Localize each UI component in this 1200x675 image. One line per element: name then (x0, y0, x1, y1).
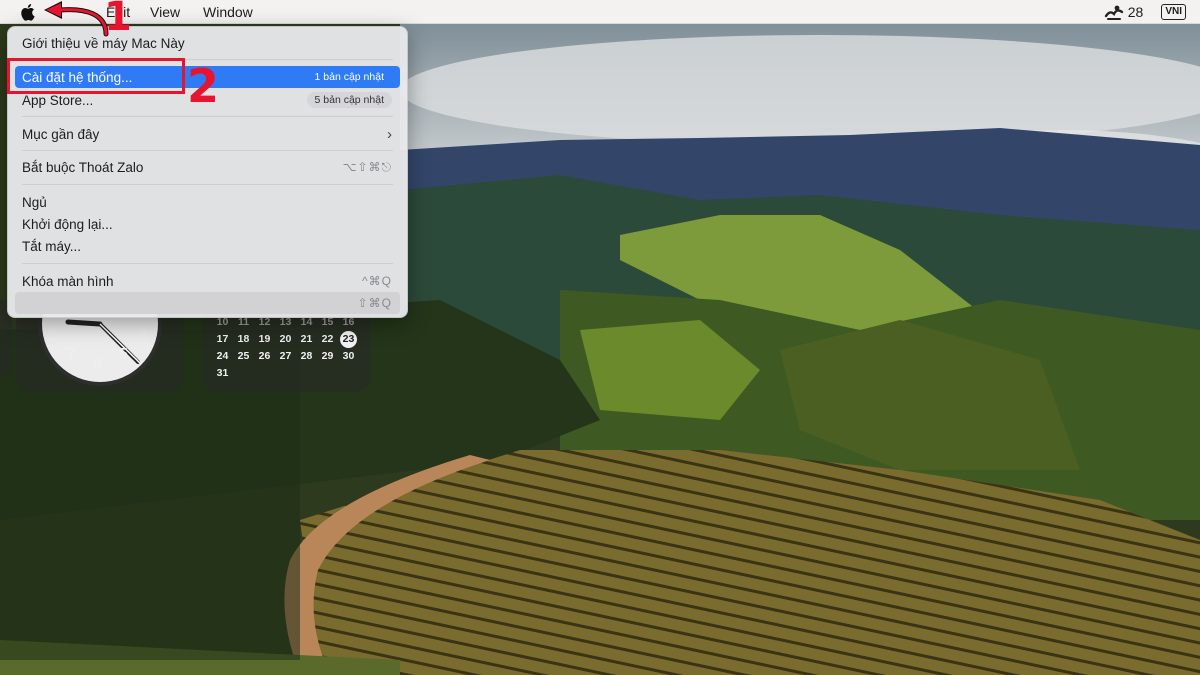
calendar-day[interactable]: 21 (296, 333, 317, 348)
input-method-indicator[interactable]: VNI (1161, 4, 1186, 20)
calendar-week-row: 17 18 19 20 21 22 23 (212, 331, 359, 348)
menu-separator (22, 150, 393, 151)
menu-separator (22, 116, 393, 117)
chevron-right-icon: › (387, 125, 392, 143)
calendar-day[interactable]: 28 (296, 350, 317, 362)
clock-number-8: 8 (47, 328, 56, 345)
menu-item-log-out[interactable]: ⇧⌘Q (15, 292, 400, 314)
weather-icon (1104, 5, 1123, 20)
menu-separator (22, 263, 393, 264)
menu-item-recent-items[interactable]: Mục gần đây › (15, 123, 400, 145)
calendar-day[interactable]: 22 (317, 333, 338, 348)
menu-item-force-quit-label: Bắt buộc Thoát Zalo (22, 159, 144, 175)
calendar-day[interactable]: 30 (338, 350, 359, 362)
menu-item-restart[interactable]: Khởi động lại... (15, 213, 400, 235)
calendar-day[interactable]: 27 (275, 350, 296, 362)
calendar-day[interactable]: 18 (233, 333, 254, 348)
menu-separator (22, 184, 393, 185)
menu-item-restart-label: Khởi động lại... (22, 216, 113, 232)
weather-status[interactable]: 28 (1104, 4, 1144, 20)
calendar-day[interactable]: 31 (212, 367, 233, 379)
calendar-day[interactable]: 23 (340, 331, 357, 348)
menu-view[interactable]: View (150, 4, 180, 20)
menu-item-sleep-label: Ngủ (22, 194, 47, 210)
menu-item-app-store-label: App Store... (22, 92, 94, 108)
app-store-update-badge: 5 bản cập nhật (306, 92, 392, 108)
calendar-day[interactable]: 26 (254, 350, 275, 362)
calendar-week-row: 31 (212, 367, 233, 379)
lock-screen-shortcut: ^⌘Q (362, 274, 392, 288)
menu-item-shutdown-label: Tắt máy... (22, 238, 82, 254)
calendar-day[interactable]: 20 (275, 333, 296, 348)
log-out-shortcut: ⇧⌘Q (357, 296, 392, 310)
menu-item-lock-screen[interactable]: Khóa màn hình ^⌘Q (15, 270, 400, 292)
menu-item-sleep[interactable]: Ngủ (15, 191, 400, 213)
calendar-day[interactable]: 17 (212, 333, 233, 348)
annotation-highlight-box (7, 58, 185, 94)
menu-bar: Edit View Window 28 VNI (0, 0, 1200, 24)
clock-number-5: 5 (119, 346, 128, 363)
menu-item-lock-screen-label: Khóa màn hình (22, 273, 114, 289)
calendar-day[interactable]: 19 (254, 333, 275, 348)
force-quit-shortcut: ⌥⇧⌘⎋ (342, 159, 392, 174)
menu-window[interactable]: Window (203, 4, 253, 20)
menu-item-shutdown[interactable]: Tắt máy... (15, 235, 400, 257)
calendar-day[interactable]: 24 (212, 350, 233, 362)
weather-temperature: 28 (1127, 4, 1144, 20)
annotation-step-2: 2 (187, 59, 220, 113)
calendar-day[interactable]: 25 (233, 350, 254, 362)
calendar-week-row: 24 25 26 27 28 29 30 (212, 350, 359, 362)
calendar-day[interactable]: 29 (317, 350, 338, 362)
menu-item-recent-items-label: Mục gần đây (22, 126, 100, 142)
clock-number-6: 6 (93, 356, 102, 373)
settings-update-badge: 1 bản cập nhật (314, 71, 384, 83)
clock-number-7: 7 (67, 346, 76, 363)
clock-number-4: 4 (139, 328, 148, 345)
annotation-step-1: 1 (104, 0, 132, 40)
menu-item-force-quit[interactable]: Bắt buộc Thoát Zalo ⌥⇧⌘⎋ (15, 156, 400, 178)
